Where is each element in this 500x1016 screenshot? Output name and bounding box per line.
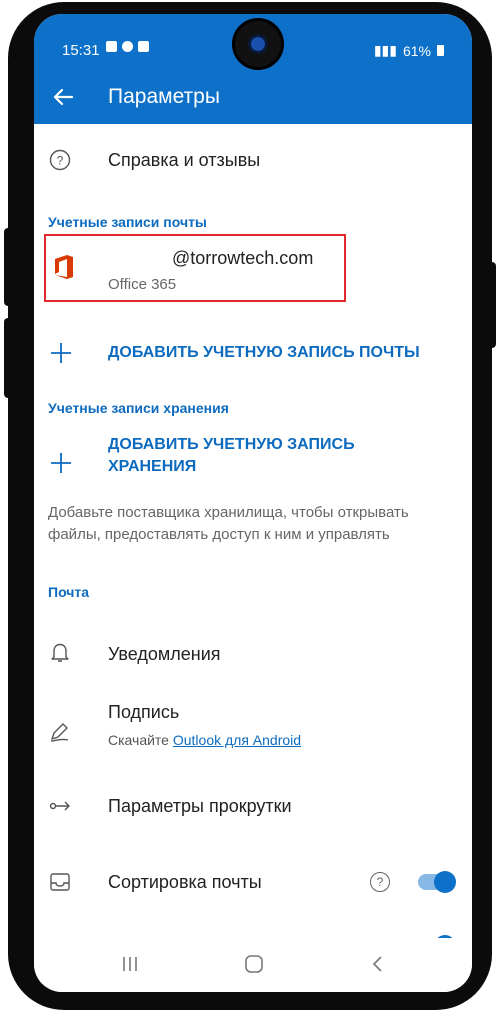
volume-button — [4, 228, 14, 306]
help-feedback-label: Справка и отзывы — [108, 150, 261, 170]
phone-screen: 15:31 ▮▮▮ 61% Параметры ? Справка и отзы… — [34, 14, 472, 992]
account-type: Office 365 — [108, 276, 177, 293]
signature-sub-prefix: Скачайте — [108, 732, 169, 748]
power-button — [4, 318, 14, 398]
signature-pen-icon — [50, 723, 69, 742]
add-storage-line2: ХРАНЕНИЯ — [108, 458, 197, 475]
back-arrow-icon[interactable] — [48, 82, 78, 112]
inbox-icon — [50, 873, 70, 891]
plus-icon — [51, 343, 71, 363]
page-title: Параметры — [108, 85, 220, 108]
signal-icon: ▮▮▮ — [373, 42, 397, 58]
focused-inbox-toggle[interactable] — [418, 871, 456, 893]
add-mail-account-row[interactable]: ДОБАВИТЬ УЧЕТНУЮ ЗАПИСЬ ПОЧТЫ — [34, 336, 472, 376]
add-storage-account-label: ДОБАВИТЬ УЧЕТНУЮ ЗАПИСЬ ХРАНЕНИЯ — [108, 434, 355, 478]
recent-apps-icon[interactable] — [116, 952, 144, 976]
back-nav-icon[interactable] — [364, 952, 392, 976]
signature-subtext: Скачайте Outlook для Android — [108, 732, 301, 748]
add-mail-account-label: ДОБАВИТЬ УЧЕТНУЮ ЗАПИСЬ ПОЧТЫ — [108, 344, 420, 361]
bell-icon — [51, 643, 69, 662]
status-bar: 15:31 ▮▮▮ 61% — [34, 14, 472, 70]
battery-icon — [437, 45, 444, 56]
help-circle-icon[interactable]: ? — [370, 872, 390, 892]
focused-inbox-row[interactable]: Сортировка почты ? — [34, 860, 472, 904]
add-storage-account-row[interactable]: ДОБАВИТЬ УЧЕТНУЮ ЗАПИСЬ ХРАНЕНИЯ — [34, 432, 472, 488]
status-notification-icons — [106, 41, 149, 52]
notifications-row[interactable]: Уведомления — [34, 632, 472, 676]
storage-helper-text: Добавьте поставщика хранилища, чтобы отк… — [48, 504, 409, 543]
search-icon — [122, 41, 133, 52]
signature-label: Подпись — [108, 702, 180, 722]
storage-accounts-header: Учетные записи хранения — [48, 400, 229, 416]
account-email: @torrowtech.com — [172, 248, 314, 268]
system-nav-bar — [34, 938, 472, 992]
focused-inbox-label: Сортировка почты — [108, 872, 262, 892]
office-icon — [55, 255, 73, 279]
swipe-arrows-icon — [49, 801, 70, 811]
mail-account-row[interactable]: @torrowtech.com Office 365 — [44, 234, 346, 302]
swipe-options-label: Параметры прокрутки — [108, 796, 292, 816]
signature-row[interactable]: Подпись Скачайте Outlook для Android — [34, 702, 472, 758]
gallery-icon — [106, 41, 117, 52]
add-storage-line1: ДОБАВИТЬ УЧЕТНУЮ ЗАПИСЬ — [108, 436, 355, 453]
status-right: ▮▮▮ 61% — [374, 42, 444, 59]
help-circle-icon: ? — [49, 149, 71, 171]
front-camera — [232, 18, 284, 70]
app-bar: Параметры — [34, 70, 472, 124]
battery-percent: 61% — [402, 42, 431, 59]
outlook-android-link[interactable]: Outlook для Android — [173, 732, 301, 748]
svg-text:?: ? — [57, 154, 64, 168]
plus-icon — [51, 453, 71, 473]
notifications-label: Уведомления — [108, 644, 221, 664]
mail-section-header: Почта — [48, 584, 90, 600]
side-key — [486, 262, 496, 348]
notification-icon — [138, 41, 149, 52]
status-time: 15:31 — [62, 42, 100, 59]
help-feedback-row[interactable]: ? Справка и отзывы — [34, 142, 472, 182]
mail-accounts-header: Учетные записи почты — [48, 214, 207, 230]
home-icon[interactable] — [240, 952, 268, 976]
swipe-options-row[interactable]: Параметры прокрутки — [34, 784, 472, 828]
